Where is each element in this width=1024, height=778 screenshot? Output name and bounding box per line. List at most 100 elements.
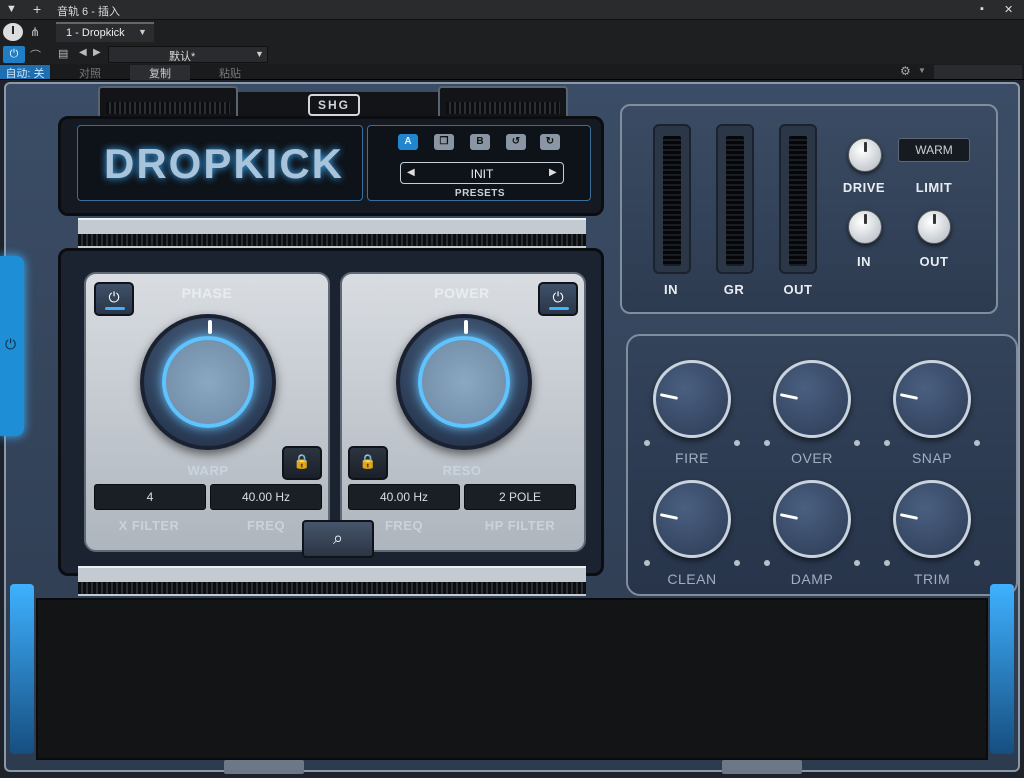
out-meter bbox=[779, 124, 817, 274]
undo-icon[interactable]: ↺ bbox=[506, 134, 526, 150]
redo-icon[interactable]: ↻ bbox=[540, 134, 560, 150]
metal-bar bbox=[78, 218, 586, 248]
phase-power-button[interactable]: ⏻ bbox=[94, 282, 134, 316]
reso-knob[interactable] bbox=[396, 314, 532, 450]
power-icon[interactable]: ⏻ bbox=[5, 336, 16, 353]
plugin-slot-label: 1 - Dropkick bbox=[66, 27, 125, 39]
next-preset-icon[interactable]: ▶ bbox=[549, 167, 557, 178]
host-title-bar: ▼ + 音轨 6 - 插入 ▪ ✕ bbox=[0, 0, 1024, 20]
metal-bar-bottom bbox=[78, 566, 586, 596]
in-meter-label: IN bbox=[664, 282, 678, 297]
presets-label: PRESETS bbox=[454, 188, 506, 199]
drive-knob[interactable] bbox=[848, 138, 882, 172]
dot bbox=[734, 560, 740, 566]
power-icon: ⏻ bbox=[108, 289, 120, 305]
dot bbox=[644, 560, 650, 566]
copy-button[interactable]: 复制 bbox=[130, 65, 190, 81]
plugin-slot-tab[interactable]: 1 - Dropkick ▼ bbox=[56, 22, 154, 42]
chevron-down-icon[interactable]: ▼ bbox=[138, 27, 147, 37]
damp-knob[interactable] bbox=[773, 480, 851, 558]
hp-filter-value[interactable]: 2 POLE bbox=[464, 484, 576, 510]
warp-label: WARP bbox=[187, 463, 229, 478]
preset-name: 默认* bbox=[169, 51, 196, 63]
prev-preset-icon[interactable]: ◀ bbox=[79, 47, 87, 58]
dot bbox=[854, 440, 860, 446]
gear-icon[interactable]: ⚙ bbox=[900, 64, 911, 78]
reso-label: RESO bbox=[442, 463, 482, 478]
pin-icon[interactable]: ▪ bbox=[980, 3, 984, 15]
out-gain-knob[interactable] bbox=[917, 210, 951, 244]
search-icon[interactable]: ⌕ bbox=[302, 520, 374, 558]
chevron-down-icon: ▼ bbox=[255, 49, 264, 59]
side-power-tab[interactable]: ⏻ bbox=[0, 256, 24, 436]
preset-selector[interactable]: ◀ INIT ▶ bbox=[400, 162, 564, 184]
preset-dropdown[interactable]: 默认* ▼ bbox=[108, 46, 268, 63]
power-toggle-icon[interactable] bbox=[3, 23, 23, 41]
freq1-value[interactable]: 40.00 Hz bbox=[210, 484, 322, 510]
preset-browser-icon[interactable]: ▤ bbox=[58, 47, 68, 60]
brand-logo: SHG bbox=[308, 94, 360, 116]
preset-panel: A ❐ B ↺ ↻ ◀ INIT ▶ PRESETS bbox=[367, 125, 591, 201]
copy-preset-icon[interactable]: ❐ bbox=[434, 134, 454, 150]
preset-bar: ⏻ ⌒ ▤ ◀ ▶ 默认* ▼ bbox=[0, 44, 1024, 64]
in-meter bbox=[653, 124, 691, 274]
plugin-title: DROPKICK bbox=[104, 140, 345, 187]
power-icon: ⏻ bbox=[552, 289, 564, 305]
power-power-button[interactable]: ⏻ bbox=[538, 282, 578, 316]
title-panel: DROPKICK A ❐ B ↺ ↻ ◀ INIT ▶ PRESETS bbox=[58, 116, 604, 216]
routing-icon[interactable]: ⋔ bbox=[30, 25, 50, 39]
bottom-clip-left bbox=[224, 760, 304, 774]
dot bbox=[764, 440, 770, 446]
host-action-bar: 自动: 关 对照 复制 粘贴 ⚙ ▼ bbox=[0, 64, 1024, 81]
gr-meter-label: GR bbox=[723, 282, 745, 297]
reso-lock-button[interactable]: 🔒 bbox=[348, 446, 388, 480]
collapse-icon[interactable]: ▼ bbox=[6, 3, 17, 15]
automation-icon[interactable]: ⌒ bbox=[30, 47, 41, 63]
dot bbox=[644, 440, 650, 446]
dot bbox=[974, 440, 980, 446]
paste-button[interactable]: 粘贴 bbox=[200, 65, 260, 81]
warp-knob[interactable] bbox=[140, 314, 276, 450]
x-filter-label: X FILTER bbox=[118, 518, 180, 533]
chevron-down-icon[interactable]: ▼ bbox=[918, 66, 926, 75]
snap-knob[interactable] bbox=[893, 360, 971, 438]
auto-off-button[interactable]: 自动: 关 bbox=[0, 65, 50, 80]
in-gain-label: IN bbox=[857, 254, 871, 269]
phase-label: PHASE bbox=[181, 285, 233, 301]
title-display: DROPKICK bbox=[77, 125, 363, 201]
out-meter-label: OUT bbox=[783, 282, 813, 297]
dropkick-plugin: ⏻ SHG DROPKICK A ❐ B ↺ ↻ ◀ INIT ▶ PRESET… bbox=[0, 80, 1024, 778]
right-glow-rail bbox=[990, 584, 1014, 754]
dot bbox=[974, 560, 980, 566]
power-icon[interactable]: ⏻ bbox=[3, 46, 25, 63]
hp-filter-label: HP FILTER bbox=[484, 518, 556, 533]
freq1-label: FREQ bbox=[246, 518, 286, 533]
dot bbox=[764, 560, 770, 566]
in-gain-knob[interactable] bbox=[848, 210, 882, 244]
add-icon[interactable]: + bbox=[33, 1, 41, 17]
clean-label: CLEAN bbox=[667, 571, 717, 587]
drive-label: DRIVE bbox=[842, 180, 886, 195]
freq2-value[interactable]: 40.00 Hz bbox=[348, 484, 460, 510]
warp-lock-button[interactable]: 🔒 bbox=[282, 446, 322, 480]
snap-label: SNAP bbox=[911, 450, 953, 466]
preset-b-button[interactable]: B bbox=[470, 134, 490, 150]
x-filter-value[interactable]: 4 bbox=[94, 484, 206, 510]
next-preset-icon[interactable]: ▶ bbox=[93, 47, 101, 58]
expansion-area bbox=[36, 598, 988, 760]
sidechain-field[interactable] bbox=[934, 65, 1022, 79]
clean-knob[interactable] bbox=[653, 480, 731, 558]
preset-a-button[interactable]: A bbox=[398, 134, 418, 150]
close-icon[interactable]: ✕ bbox=[1004, 3, 1013, 16]
trim-knob[interactable] bbox=[893, 480, 971, 558]
bottom-clip-right bbox=[722, 760, 802, 774]
gr-meter bbox=[716, 124, 754, 274]
fire-knob[interactable] bbox=[653, 360, 731, 438]
over-knob[interactable] bbox=[773, 360, 851, 438]
warm-toggle[interactable]: WARM bbox=[898, 138, 970, 162]
compare-button[interactable]: 对照 bbox=[60, 65, 120, 81]
dot bbox=[734, 440, 740, 446]
left-glow-rail bbox=[10, 584, 34, 754]
power-label: POWER bbox=[434, 285, 490, 301]
over-label: OVER bbox=[791, 450, 833, 466]
